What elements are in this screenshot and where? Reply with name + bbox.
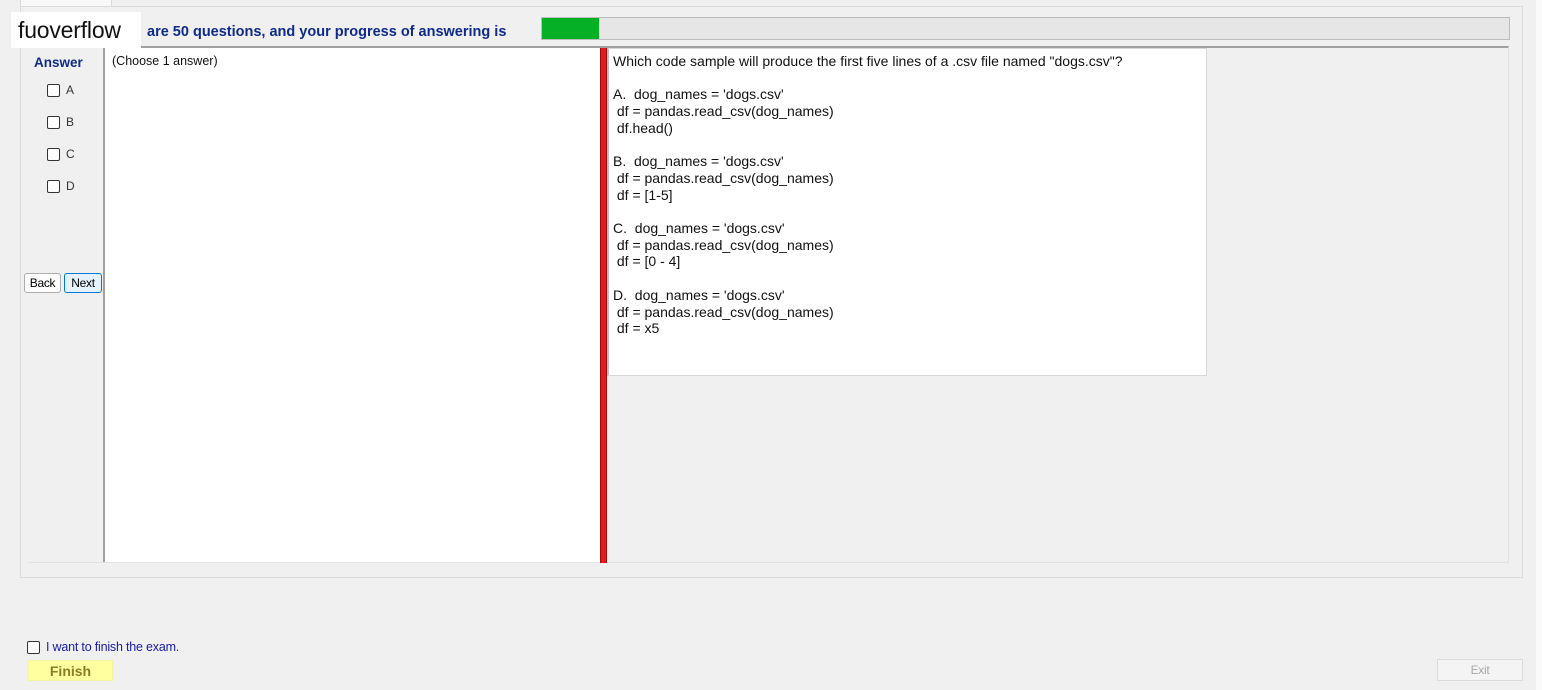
exit-button[interactable]: Exit	[1437, 659, 1523, 681]
panel-splitter[interactable]	[600, 48, 607, 563]
question-panel: Which code sample will produce the first…	[607, 48, 1207, 376]
finish-exam-label: I want to finish the exam.	[46, 640, 180, 654]
progress-bar-fill	[542, 18, 600, 39]
answer-title: Answer	[34, 55, 83, 70]
option-d-label: D	[66, 179, 75, 193]
finish-exam-checkbox[interactable]: I want to finish the exam.	[27, 640, 179, 654]
option-b-checkbox[interactable]: B	[47, 115, 74, 129]
option-b-label: B	[66, 115, 75, 129]
progress-bar	[541, 17, 1510, 40]
checkbox-icon[interactable]	[47, 115, 60, 129]
checkbox-icon[interactable]	[47, 147, 60, 161]
next-button[interactable]: Next	[64, 273, 102, 293]
choose-instruction: (Choose 1 answer)	[112, 54, 218, 68]
watermark-logo: fuoverflow	[11, 12, 141, 48]
option-a-checkbox[interactable]: A	[47, 83, 74, 97]
progress-label: are 50 questions, and your progress of a…	[147, 24, 507, 40]
question-text: Which code sample will produce the first…	[613, 53, 1123, 337]
option-c-checkbox[interactable]: C	[47, 147, 75, 161]
window-edge	[1536, 0, 1542, 690]
back-button[interactable]: Back	[24, 273, 61, 293]
answer-panel: (Choose 1 answer)	[103, 48, 600, 562]
checkbox-icon[interactable]	[47, 179, 60, 193]
option-d-checkbox[interactable]: D	[47, 179, 75, 193]
exam-window: are 50 questions, and your progress of a…	[0, 0, 1542, 690]
finish-button[interactable]: Finish	[28, 660, 113, 681]
option-c-label: C	[66, 147, 75, 161]
checkbox-icon[interactable]	[47, 83, 60, 97]
option-a-label: A	[66, 83, 75, 97]
checkbox-icon[interactable]	[27, 640, 40, 654]
